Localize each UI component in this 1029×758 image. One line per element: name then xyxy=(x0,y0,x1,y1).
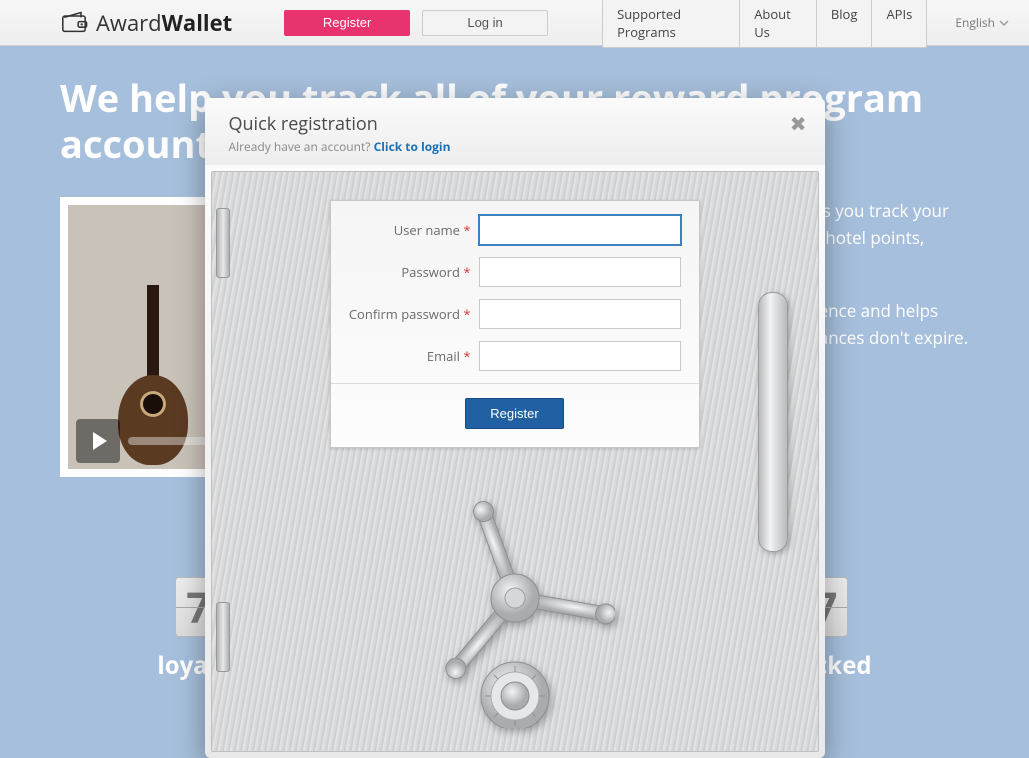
hinge-icon xyxy=(216,602,230,672)
email-input[interactable] xyxy=(479,341,681,371)
form-divider xyxy=(331,383,699,384)
email-label: Email * xyxy=(349,347,479,365)
click-to-login-link[interactable]: Click to login xyxy=(374,138,451,155)
quick-registration-modal: Quick registration Already have an accou… xyxy=(205,98,825,758)
safe-handle-icon xyxy=(758,292,788,552)
confirm-password-input[interactable] xyxy=(479,299,681,329)
confirm-password-label: Confirm password * xyxy=(349,305,479,323)
registration-form: User name * Password * Confirm password … xyxy=(330,200,700,448)
username-input[interactable] xyxy=(479,215,681,245)
safe-wheel-icon xyxy=(230,488,800,733)
password-input[interactable] xyxy=(479,257,681,287)
safe-panel: User name * Password * Confirm password … xyxy=(211,171,819,752)
modal-overlay: Quick registration Already have an accou… xyxy=(0,0,1029,751)
register-submit-button[interactable]: Register xyxy=(465,398,563,429)
password-label: Password * xyxy=(349,263,479,281)
modal-title: Quick registration xyxy=(229,112,801,136)
modal-header: Quick registration Already have an accou… xyxy=(205,98,825,165)
username-label: User name * xyxy=(349,221,479,239)
close-icon[interactable]: ✖ xyxy=(790,112,807,137)
hinge-icon xyxy=(216,208,230,278)
modal-subtext: Already have an account? xyxy=(229,138,374,155)
